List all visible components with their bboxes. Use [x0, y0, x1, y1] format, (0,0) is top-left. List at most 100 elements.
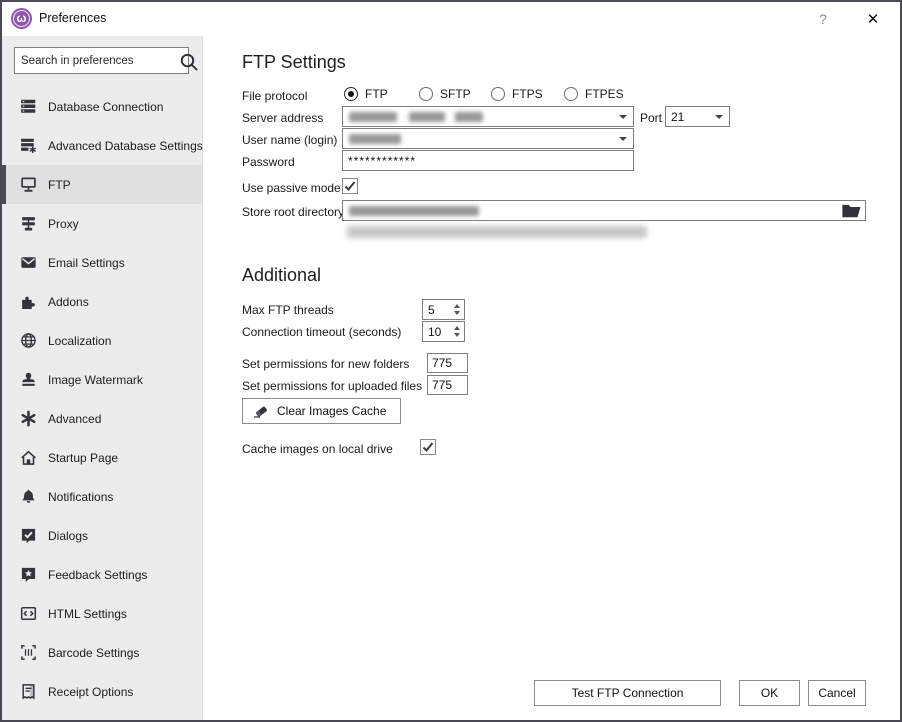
- preferences-window: ω Preferences ? ✕ Database Connection Adv…: [0, 0, 902, 722]
- stamp-icon: [20, 371, 37, 388]
- cache-images-checkbox[interactable]: [420, 439, 436, 455]
- sidebar-item-advanced-database-settings[interactable]: Advanced Database Settings: [2, 126, 202, 165]
- spin-down-icon[interactable]: [454, 333, 460, 337]
- sidebar-item-ftp[interactable]: FTP: [2, 165, 202, 204]
- chevron-down-icon[interactable]: [715, 115, 723, 119]
- help-button[interactable]: ?: [810, 7, 836, 31]
- sidebar-item-label: HTML Settings: [48, 607, 127, 621]
- perm-new-folders-label: Set permissions for new folders: [242, 357, 409, 371]
- sidebar-item-database-connection[interactable]: Database Connection: [2, 87, 202, 126]
- puzzle-icon: [20, 293, 37, 310]
- sidebar-item-label: Email Settings: [48, 256, 125, 270]
- open-folder-icon: [841, 200, 863, 222]
- clear-images-cache-button[interactable]: Clear Images Cache: [242, 398, 401, 424]
- sidebar-item-notifications[interactable]: Notifications: [2, 477, 202, 516]
- sidebar-item-label: Notifications: [48, 490, 113, 504]
- sidebar-item-addons[interactable]: Addons: [2, 282, 202, 321]
- browse-folder-button[interactable]: [841, 202, 863, 219]
- server-address-combobox[interactable]: [342, 106, 634, 127]
- max-ftp-threads-value: 5: [423, 303, 454, 317]
- max-ftp-threads-stepper[interactable]: 5: [422, 299, 465, 320]
- radio-label: FTPS: [512, 87, 543, 101]
- sidebar-item-label: Barcode Settings: [48, 646, 139, 660]
- radio-unselected-icon[interactable]: [491, 87, 505, 101]
- spin-up-icon[interactable]: [454, 304, 460, 308]
- globe-icon: [20, 332, 37, 349]
- sidebar-item-proxy[interactable]: Proxy: [2, 204, 202, 243]
- use-passive-mode-label: Use passive mode: [242, 181, 341, 195]
- chevron-down-icon[interactable]: [619, 137, 627, 141]
- receipt-icon: [20, 683, 37, 700]
- app-logo-icon: ω: [11, 8, 32, 29]
- sidebar-item-html-settings[interactable]: HTML Settings: [2, 594, 202, 633]
- server-address-label: Server address: [242, 111, 323, 125]
- password-input[interactable]: [343, 151, 633, 170]
- close-button[interactable]: ✕: [858, 5, 888, 33]
- sidebar-item-dialogs[interactable]: Dialogs: [2, 516, 202, 555]
- code-brackets-icon: [20, 605, 37, 622]
- password-label: Password: [242, 155, 295, 169]
- dialog-check-icon: [20, 527, 37, 544]
- spin-down-icon[interactable]: [454, 311, 460, 315]
- connection-timeout-stepper[interactable]: 10: [422, 321, 465, 342]
- sidebar-item-label: Image Watermark: [48, 373, 143, 387]
- search-box[interactable]: [14, 47, 189, 74]
- radio-label: FTP: [365, 87, 388, 101]
- radio-unselected-icon[interactable]: [419, 87, 433, 101]
- redacted-store-root-path: [349, 206, 479, 216]
- spin-up-icon[interactable]: [454, 326, 460, 330]
- checkmark-icon: [422, 441, 434, 453]
- clear-images-cache-label: Clear Images Cache: [277, 404, 386, 418]
- bell-icon: [20, 488, 37, 505]
- user-name-combobox[interactable]: [342, 128, 634, 149]
- sidebar-item-email-settings[interactable]: Email Settings: [2, 243, 202, 282]
- radio-sftp[interactable]: SFTP: [419, 87, 491, 101]
- port-value: 21: [666, 110, 684, 124]
- magnifier-icon[interactable]: [179, 52, 199, 70]
- use-passive-mode-checkbox[interactable]: [342, 178, 358, 194]
- redacted-user-name: [349, 134, 401, 144]
- sidebar-item-label: Addons: [48, 295, 89, 309]
- store-root-directory-input[interactable]: [342, 200, 866, 221]
- ftp-monitor-icon: [20, 176, 37, 193]
- file-protocol-label: File protocol: [242, 89, 307, 103]
- ok-button[interactable]: OK: [739, 680, 800, 706]
- sidebar-item-label: FTP: [48, 178, 71, 192]
- radio-selected-icon[interactable]: [344, 87, 358, 101]
- sidebar-item-label: Database Connection: [48, 100, 163, 114]
- sidebar-item-advanced[interactable]: Advanced: [2, 399, 202, 438]
- test-ftp-connection-button[interactable]: Test FTP Connection: [534, 680, 721, 706]
- checkmark-icon: [344, 180, 356, 192]
- chevron-down-icon[interactable]: [619, 115, 627, 119]
- sidebar-item-label: Localization: [48, 334, 111, 348]
- cancel-button[interactable]: Cancel: [808, 680, 866, 706]
- sidebar-item-image-watermark[interactable]: Image Watermark: [2, 360, 202, 399]
- sidebar-item-localization[interactable]: Localization: [2, 321, 202, 360]
- home-icon: [20, 449, 37, 466]
- sidebar-item-receipt-options[interactable]: Receipt Options: [2, 672, 202, 711]
- sidebar: Database Connection Advanced Database Set…: [2, 36, 203, 720]
- title-bar: ω Preferences ? ✕: [2, 2, 900, 36]
- port-combobox[interactable]: 21: [665, 106, 730, 127]
- asterisk-icon: [20, 410, 37, 427]
- connection-timeout-value: 10: [423, 325, 454, 339]
- radio-ftp[interactable]: FTP: [344, 87, 419, 101]
- cache-images-label: Cache images on local drive: [242, 442, 393, 456]
- radio-ftps[interactable]: FTPS: [491, 87, 564, 101]
- main-panel: FTP Settings File protocol FTP SFTP FTPS FT…: [204, 36, 900, 720]
- radio-unselected-icon[interactable]: [564, 87, 578, 101]
- sidebar-nav: Database Connection Advanced Database Set…: [2, 87, 202, 711]
- sidebar-item-label: Feedback Settings: [48, 568, 147, 582]
- sidebar-item-feedback-settings[interactable]: Feedback Settings: [2, 555, 202, 594]
- sidebar-item-label: Advanced Database Settings: [48, 139, 203, 153]
- perm-uploaded-files-input[interactable]: [427, 375, 468, 395]
- radio-ftpes[interactable]: FTPES: [564, 87, 634, 101]
- barcode-icon: [20, 644, 37, 661]
- additional-title: Additional: [242, 265, 321, 286]
- radio-label: SFTP: [440, 87, 471, 101]
- search-input[interactable]: [15, 55, 179, 67]
- ftp-settings-title: FTP Settings: [242, 52, 346, 73]
- sidebar-item-startup-page[interactable]: Startup Page: [2, 438, 202, 477]
- perm-new-folders-input[interactable]: [427, 353, 468, 373]
- sidebar-item-barcode-settings[interactable]: Barcode Settings: [2, 633, 202, 672]
